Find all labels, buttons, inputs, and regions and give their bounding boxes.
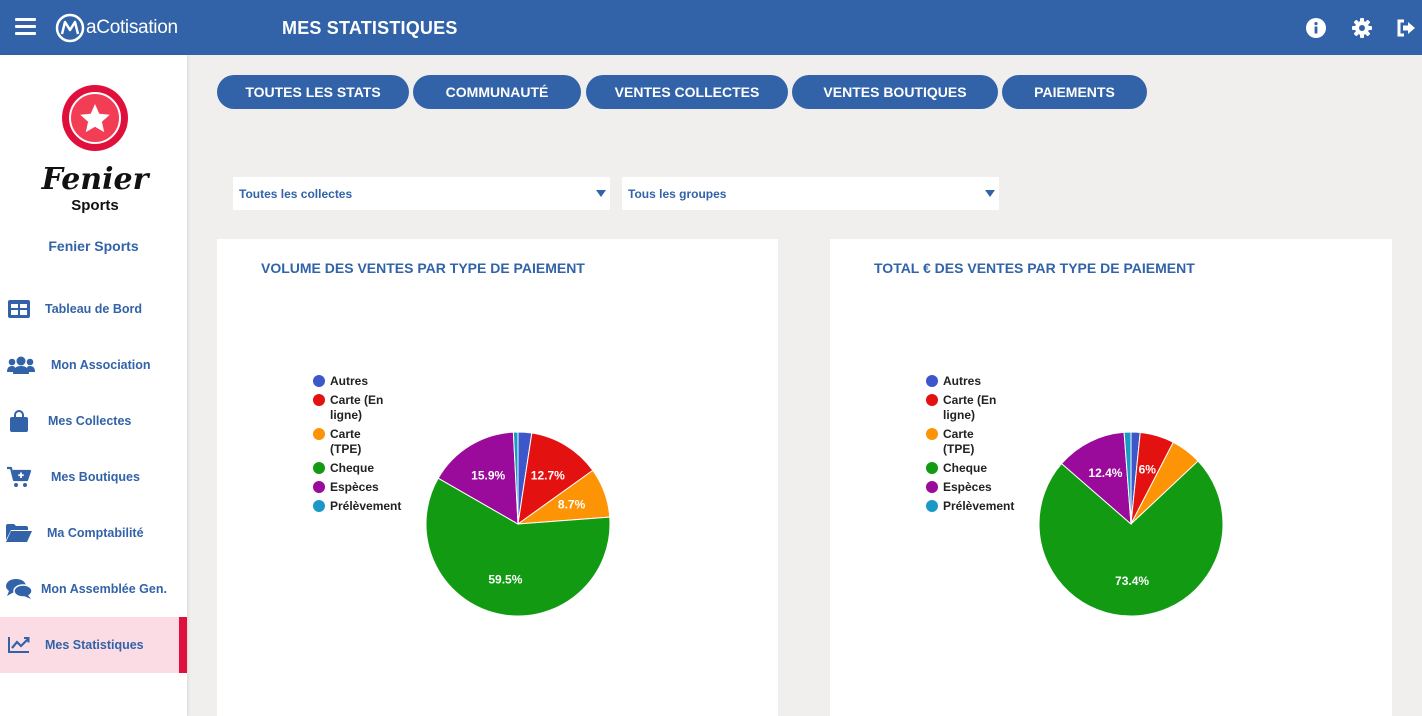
legend-item-carte-en-ligne[interactable]: Carte (En ligne): [313, 393, 433, 423]
top-bar: aCotisation MES STATISTIQUES: [0, 0, 1422, 55]
legend-dot: [313, 375, 325, 387]
legend-label: Prélèvement: [943, 499, 1015, 513]
legend-label: Autres: [330, 374, 369, 388]
legend-dot: [313, 481, 325, 493]
svg-text:Sports: Sports: [71, 197, 119, 214]
sidebar-item-mes-collectes[interactable]: Mes Collectes: [0, 393, 187, 449]
legend-dot: [926, 394, 938, 406]
legend-item-prelevement[interactable]: Prélèvement: [313, 499, 433, 514]
legend-label: Carte (En ligne): [330, 393, 384, 422]
collectes-select[interactable]: Toutes les collectes: [233, 177, 610, 210]
sidebar-item-tableau-de-bord[interactable]: Tableau de Bord: [0, 281, 187, 337]
dropdown-arrow-icon: [596, 190, 606, 197]
legend-label: Carte (En ligne): [943, 393, 997, 422]
legend-label: Prélèvement: [330, 499, 402, 513]
legend-label: Cheque: [943, 461, 988, 475]
legend-label: Carte (TPE): [330, 427, 362, 456]
sidebar-item-mon-association[interactable]: Mon Association: [0, 337, 187, 393]
sidebar-item-label: Tableau de Bord: [45, 302, 143, 316]
pie-data-label: 8.7%: [558, 498, 586, 512]
volume-pie-chart: 12.7% 8.7% 59.5% 15.9%: [425, 431, 611, 617]
pie-data-label: 15.9%: [471, 468, 505, 482]
pie-data-label: 59.5%: [488, 573, 522, 587]
dashboard-icon: [6, 298, 32, 320]
legend-dot: [313, 428, 325, 440]
sidebar: Fenier Sports Fenier Sports Tableau de B…: [0, 55, 187, 716]
sidebar-item-mes-boutiques[interactable]: Mes Boutiques: [0, 449, 187, 505]
legend-item-cheque[interactable]: Cheque: [313, 461, 433, 476]
groupes-select[interactable]: Tous les groupes: [622, 177, 999, 210]
tab-paiements[interactable]: PAIEMENTS: [1002, 75, 1147, 109]
logout-icon[interactable]: [1396, 18, 1416, 38]
legend-label: Espèces: [330, 480, 379, 494]
tab-ventes-boutiques[interactable]: VENTES BOUTIQUES: [792, 75, 998, 109]
legend-item-carte-tpe[interactable]: Carte (TPE): [926, 427, 1046, 457]
tab-toutes-les-stats[interactable]: TOUTES LES STATS: [217, 75, 409, 109]
legend-dot: [313, 500, 325, 512]
sidebar-item-label: Mes Collectes: [48, 414, 132, 428]
sidebar-item-label: Mes Statistiques: [45, 638, 144, 652]
legend-item-autres[interactable]: Autres: [926, 374, 1046, 389]
legend-item-autres[interactable]: Autres: [313, 374, 433, 389]
sidebar-item-mon-assemblee-gen[interactable]: Mon Assemblée Gen.: [0, 561, 187, 617]
cart-icon: [6, 466, 32, 488]
gear-icon[interactable]: [1352, 18, 1372, 38]
sidebar-item-mes-statistiques[interactable]: Mes Statistiques: [0, 617, 187, 673]
legend-item-carte-en-ligne[interactable]: Carte (En ligne): [926, 393, 1046, 423]
club-logo: Fenier Sports: [41, 85, 151, 214]
shopping-bag-icon: [6, 410, 32, 432]
folder-icon: [6, 522, 32, 544]
legend-item-especes[interactable]: Espèces: [313, 480, 433, 495]
chart-title: VOLUME DES VENTES PAR TYPE DE PAIEMENT: [261, 260, 585, 276]
chart-line-icon: [6, 634, 32, 656]
legend-item-prelevement[interactable]: Prélèvement: [926, 499, 1046, 514]
volume-chart-card: VOLUME DES VENTES PAR TYPE DE PAIEMENT A…: [217, 239, 778, 716]
chart-legend: Autres Carte (En ligne) Carte (TPE) Cheq…: [926, 374, 1046, 518]
legend-dot: [926, 500, 938, 512]
total-pie-chart: 6% 73.4% 12.4%: [1038, 431, 1224, 617]
dropdown-arrow-icon: [985, 190, 995, 197]
chart-title: TOTAL € DES VENTES PAR TYPE DE PAIEMENT: [874, 260, 1195, 276]
pie-data-label: 12.7%: [531, 468, 565, 482]
club-name: Fenier Sports: [48, 238, 139, 254]
legend-dot: [926, 375, 938, 387]
pie-data-label: 73.4%: [1115, 574, 1149, 588]
pie-data-label: 12.4%: [1088, 466, 1122, 480]
legend-item-carte-tpe[interactable]: Carte (TPE): [313, 427, 433, 457]
legend-item-cheque[interactable]: Cheque: [926, 461, 1046, 476]
legend-item-especes[interactable]: Espèces: [926, 480, 1046, 495]
tab-communaute[interactable]: COMMUNAUTÉ: [413, 75, 581, 109]
groupes-select-value: Tous les groupes: [628, 187, 727, 201]
sidebar-item-label: Mon Assemblée Gen.: [41, 582, 167, 596]
sidebar-item-label: Mes Boutiques: [51, 470, 140, 484]
chart-legend: Autres Carte (En ligne) Carte (TPE) Cheq…: [313, 374, 433, 518]
collectes-select-value: Toutes les collectes: [239, 187, 353, 201]
tab-ventes-collectes[interactable]: VENTES COLLECTES: [586, 75, 788, 109]
legend-label: Espèces: [943, 480, 992, 494]
pie-data-label: 6%: [1139, 462, 1157, 476]
legend-dot: [926, 462, 938, 474]
comments-icon: [6, 578, 32, 600]
brand-text: aCotisation: [86, 17, 178, 38]
sidebar-item-label: Ma Comptabilité: [47, 526, 144, 540]
users-icon: [6, 354, 36, 376]
hamburger-menu-icon[interactable]: [15, 18, 36, 35]
legend-dot: [313, 394, 325, 406]
legend-label: Carte (TPE): [943, 427, 975, 456]
brand[interactable]: aCotisation: [55, 13, 178, 43]
page-title: MES STATISTIQUES: [282, 18, 458, 38]
legend-label: Autres: [943, 374, 982, 388]
legend-dot: [926, 481, 938, 493]
legend-dot: [313, 462, 325, 474]
sidebar-item-ma-comptabilite[interactable]: Ma Comptabilité: [0, 505, 187, 561]
total-chart-card: TOTAL € DES VENTES PAR TYPE DE PAIEMENT …: [830, 239, 1392, 716]
svg-text:Fenier: Fenier: [41, 162, 151, 197]
sidebar-item-label: Mon Association: [51, 358, 151, 372]
macotisation-logo-icon: [55, 13, 85, 43]
info-icon[interactable]: [1306, 18, 1326, 38]
legend-dot: [926, 428, 938, 440]
legend-label: Cheque: [330, 461, 375, 475]
